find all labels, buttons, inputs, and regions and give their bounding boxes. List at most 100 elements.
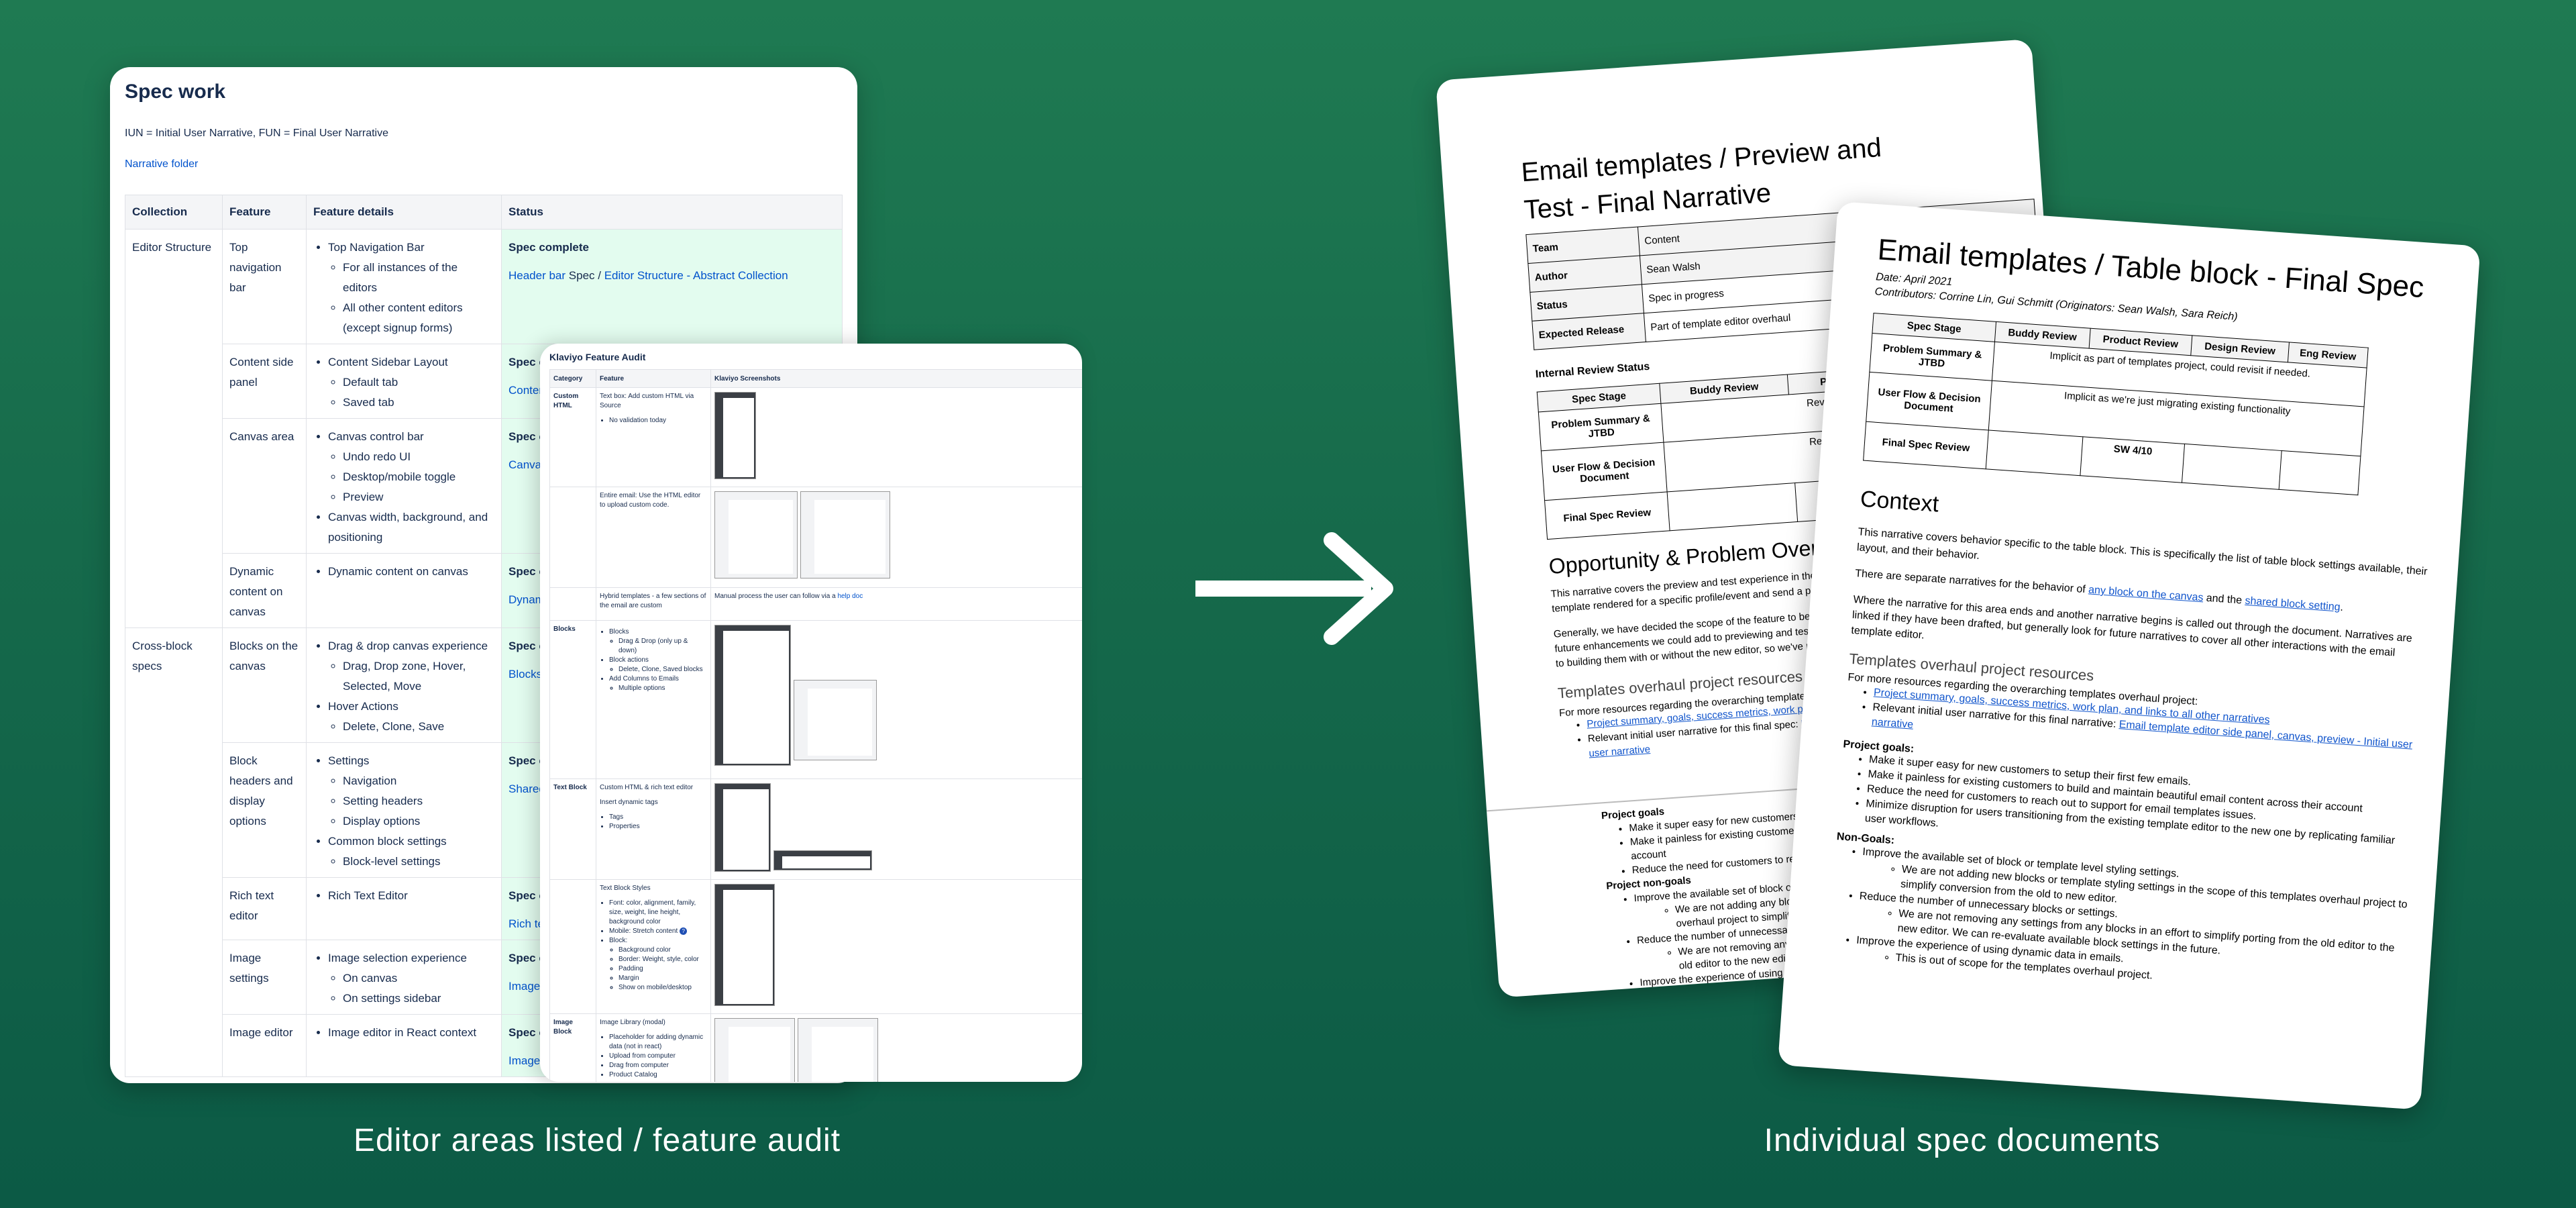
detail-text: Image selection experience (328, 952, 467, 964)
feature-details-cell: Image selection experience On canvasOn se… (306, 940, 502, 1015)
collection-cell: Editor Structure (125, 229, 223, 628)
feature-list: No validation today (600, 416, 707, 425)
screenshots-cell (710, 620, 1082, 779)
category-cell (549, 879, 596, 1014)
detail-item: Rich Text Editor (328, 886, 494, 906)
detail-item: Drag & drop canvas experience Drag, Drop … (328, 636, 494, 697)
status-links: Header bar Spec / Editor Structure - Abs… (508, 266, 835, 286)
shared-block-setting-link[interactable]: shared block setting (2245, 595, 2341, 613)
code-editor-screenshot (714, 392, 756, 479)
review-cell: SW 4/10 (2080, 436, 2185, 483)
feature-subitem: Padding (619, 964, 707, 974)
detail-sublist: Drag, Drop zone, Hover, Selected, Move (328, 656, 494, 697)
feature-cell: Image settings (222, 940, 307, 1015)
detail-text: Drag & drop canvas experience (328, 640, 488, 652)
feature-cell: Text box: Add custom HTML via Source No v… (596, 387, 711, 487)
feature-item-text: Placeholder for adding dynamic data (not… (609, 1034, 704, 1050)
screenshot-pane (812, 1027, 873, 1082)
feature-item-text: Properties (609, 823, 640, 830)
link-separator: Spec / (566, 269, 604, 282)
image-modal-screenshots (714, 1018, 882, 1082)
feature-item: Mobile: Stretch content? (609, 927, 707, 936)
table-row: Editor StructureTop navigation barTop Na… (125, 229, 843, 628)
any-block-link[interactable]: any block on the canvas (2088, 584, 2204, 603)
detail-text: Common block settings (328, 835, 447, 848)
text-styles-screenshot (714, 884, 775, 1006)
feature-item: Drag from computer (609, 1061, 707, 1070)
table-row: Image Block Image Library (modal) Placehol… (549, 1013, 1082, 1082)
feature-details-cell: Settings NavigationSetting headersDisplay… (306, 742, 502, 878)
detail-subitem: Block-level settings (343, 852, 494, 872)
detail-sublist: Undo redo UIDesktop/mobile togglePreview (328, 447, 494, 507)
spec-stage-cell: User Flow & Decision Document (1541, 442, 1668, 501)
screenshots-cell (710, 387, 1082, 487)
detail-subitem: Saved tab (343, 393, 494, 413)
feature-item: Font: color, alignment, family, size, we… (609, 899, 707, 927)
screenshot-note: Manual process the user can follow via a (714, 593, 838, 600)
feature-details-cell: Canvas control bar Undo redo UIDesktop/mo… (306, 418, 502, 554)
column-header[interactable]: Category (549, 369, 596, 388)
category-cell (549, 487, 596, 588)
feature-item: Block: Background colorBorder: Weight, st… (609, 936, 707, 993)
detail-subitem: Delete, Clone, Save (343, 717, 494, 737)
detail-sublist: On canvasOn settings sidebar (328, 968, 494, 1009)
status-cell: Spec complete Header bar Spec / Editor St… (501, 229, 843, 344)
column-header: Feature details (306, 195, 502, 230)
category-cell: Blocks (549, 620, 596, 779)
feature-cell: Dynamic content on canvas (222, 553, 307, 628)
spec-doc-link[interactable]: Header bar (508, 269, 566, 282)
feature-details-list: Image editor in React context (313, 1023, 494, 1043)
feature-item-text: Block actions (609, 656, 649, 664)
spec-stage-cell: User Flow & Decision Document (1866, 372, 1992, 430)
feature-item: Upload from computer (609, 1052, 707, 1061)
screenshots-cell (710, 778, 1082, 880)
detail-text: Dynamic content on canvas (328, 565, 468, 578)
feature-subitem: Background color (619, 946, 707, 955)
feature-audit-table: Category Feature Klaviyo Screenshots Custo… (549, 369, 1082, 1082)
detail-sublist: Block-level settings (328, 852, 494, 872)
column-header: Collection (125, 195, 223, 230)
feature-details-cell: Drag & drop canvas experience Drag, Drop … (306, 627, 502, 743)
feature-cell: Top navigation bar (222, 229, 307, 344)
help-doc-link[interactable]: help doc (837, 593, 863, 600)
placeholder-screenshot (798, 1018, 878, 1082)
table-row: Text Block Custom HTML & rich text editor… (549, 778, 1082, 880)
detail-item: Top Navigation Bar For all instances of t… (328, 238, 494, 338)
review-cell (1667, 483, 1798, 531)
feature-details-list: Canvas control bar Undo redo UIDesktop/mo… (313, 427, 494, 548)
detail-sublist: NavigationSetting headersDisplay options (328, 771, 494, 832)
detail-subitem: Navigation (343, 771, 494, 791)
feature-cell: BlocksDrag & Drop (only up & down)Block … (596, 620, 711, 779)
caption-right: Individual spec documents (1764, 1123, 2161, 1158)
column-header[interactable]: Feature (596, 369, 711, 388)
detail-sublist: Delete, Clone, Save (328, 717, 494, 737)
status-label: Spec complete (508, 241, 589, 254)
narrative-folder-link[interactable]: Narrative folder (125, 158, 841, 170)
detail-item: Common block settings Block-level setting… (328, 832, 494, 872)
detail-subitem: Drag, Drop zone, Hover, Selected, Move (343, 656, 494, 697)
text-editor-screenshot (714, 783, 771, 872)
html-editor-preview-screenshot (800, 491, 890, 578)
feature-details-cell: Rich Text Editor (306, 877, 502, 940)
feature-item-text: Upload from computer (609, 1052, 676, 1060)
review-status-table: Spec StageBuddy ReviewProduct ReviewDesi… (1863, 313, 2369, 495)
feature-details-list: Settings NavigationSetting headersDisplay… (313, 751, 494, 872)
column-header[interactable]: Klaviyo Screenshots (710, 369, 1082, 388)
feature-cell: Image editor (222, 1014, 307, 1077)
screenshot-pane (808, 689, 872, 756)
help-icon[interactable]: ? (680, 927, 688, 935)
category-cell (549, 587, 596, 621)
feature-cell: Text Block Styles Font: color, alignment,… (596, 879, 711, 1014)
table-row: Hybrid templates - a few sections of the… (549, 587, 1082, 621)
spec-doc-link[interactable]: Editor Structure - Abstract Collection (604, 269, 788, 282)
feature-sublist: Drag & Drop (only up & down) (609, 637, 707, 656)
blocks-palette-screenshot (714, 625, 791, 766)
collection-cell: Cross-block specs (125, 627, 223, 1077)
screenshot-pane (729, 1027, 790, 1082)
feature-subitem: Border: Weight, style, color (619, 955, 707, 964)
feature-subitem: Margin (619, 974, 707, 983)
feature-details-list: Image selection experience On canvasOn se… (313, 948, 494, 1009)
feature-cell: Block headers and display options (222, 742, 307, 878)
detail-item: Image editor in React context (328, 1023, 494, 1043)
feature-text: Hybrid templates - a few sections of the… (600, 593, 706, 609)
